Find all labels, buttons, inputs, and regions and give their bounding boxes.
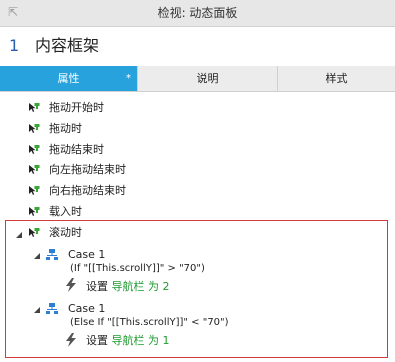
widget-header: 1 内容框架 [0, 27, 395, 66]
event-label: 拖动开始时 [49, 101, 104, 114]
tab-properties[interactable]: 属性 * [0, 66, 138, 91]
widget-number: 1 [9, 36, 20, 55]
tab-modified-marker: * [126, 73, 131, 84]
action-item[interactable]: 设置 导航栏 为 2 [86, 278, 170, 296]
case-icon [46, 249, 58, 260]
lightning-icon [66, 278, 76, 292]
title-bar: ⇱ 检视: 动态面板 [0, 0, 395, 27]
tab-style-label: 样式 [325, 72, 348, 85]
tab-notes-label: 说明 [196, 72, 219, 85]
widget-name[interactable]: 内容框架 [35, 35, 99, 57]
expand-triangle-icon[interactable] [15, 231, 23, 239]
event-label: 载入时 [49, 205, 82, 218]
event-cursor-icon [29, 103, 40, 112]
event-cursor-icon [29, 186, 40, 195]
action-verb: 设置 [86, 334, 108, 347]
expand-triangle-icon[interactable] [33, 252, 41, 260]
tab-bar: 属性 * 说明 样式 [0, 66, 395, 92]
tab-style[interactable]: 样式 [278, 66, 395, 91]
action-target: 导航栏 为 2 [111, 280, 170, 293]
lightning-icon [66, 333, 76, 347]
event-label: 向左拖动结束时 [49, 163, 126, 176]
case-condition: (If "[[This.scrollY]]" > "70") [70, 263, 205, 274]
tab-properties-label: 属性 [57, 72, 80, 85]
event-label: 拖动结束时 [49, 143, 104, 156]
event-label: 滚动时 [49, 226, 82, 239]
action-target: 导航栏 为 1 [111, 334, 170, 347]
case-condition: (Else If "[[This.scrollY]]" < "70") [70, 317, 229, 328]
event-label: 向右拖动结束时 [49, 184, 126, 197]
window-title: 检视: 动态面板 [157, 6, 238, 20]
tab-notes[interactable]: 说明 [138, 66, 278, 91]
event-label: 拖动时 [49, 122, 82, 135]
action-item[interactable]: 设置 导航栏 为 1 [86, 332, 170, 350]
event-cursor-icon [29, 228, 40, 237]
event-cursor-icon [29, 165, 40, 174]
event-cursor-icon [29, 207, 40, 216]
action-verb: 设置 [86, 280, 108, 293]
event-cursor-icon [29, 145, 40, 154]
expand-triangle-icon[interactable] [33, 306, 41, 314]
case-icon [46, 303, 58, 314]
event-cursor-icon [29, 124, 40, 133]
